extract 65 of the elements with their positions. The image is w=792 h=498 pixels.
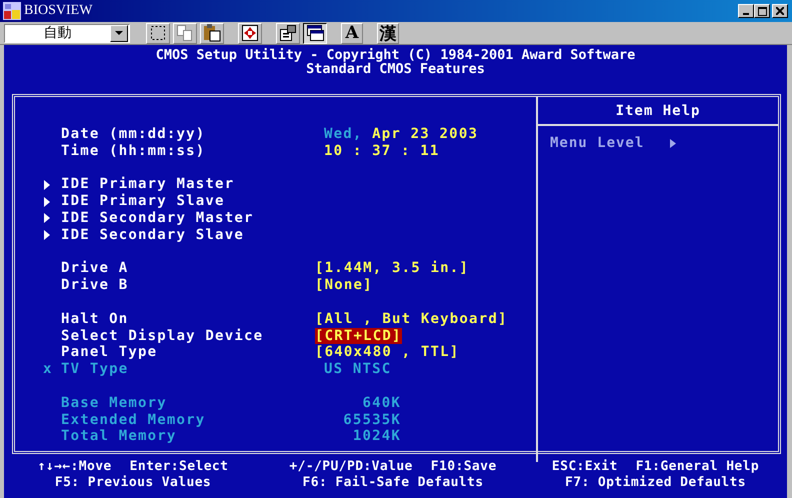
window-button[interactable]	[303, 22, 327, 44]
minimize-button[interactable]	[738, 4, 754, 18]
submenu-arrow-icon	[43, 180, 51, 190]
key-hint: ESC:Exit	[552, 459, 618, 475]
submenu-item[interactable]: IDE Secondary Slave	[61, 226, 244, 244]
key-hint: F7: Optimized Defaults	[565, 475, 746, 491]
setting-label: Date (mm:dd:yy)	[61, 126, 206, 143]
selection-button[interactable]	[146, 22, 170, 44]
submenu-arrow-icon	[43, 230, 51, 240]
window-icon	[305, 23, 325, 43]
setting-value[interactable]: [CRT+LCD]	[315, 328, 402, 344]
setting-label: Total Memory	[61, 428, 177, 446]
setting-value[interactable]: 10 : 37 : 11	[324, 142, 440, 160]
date-value[interactable]: Apr 23 2003	[372, 126, 478, 142]
selection-icon	[148, 23, 168, 43]
menu-level-label: Menu Level	[550, 135, 644, 151]
copy-button[interactable]	[173, 22, 197, 44]
font-button[interactable]: A	[341, 22, 363, 44]
clipboard-button[interactable]	[200, 22, 224, 44]
dropdown-caret-icon	[115, 30, 123, 36]
weekday-text: Wed,	[324, 126, 363, 142]
close-button[interactable]	[772, 4, 788, 18]
key-hint: ↑↓→←:Move	[38, 459, 112, 475]
disabled-mark: x	[43, 361, 53, 378]
setting-label: TV Type	[61, 361, 128, 378]
screen-heading: Standard CMOS Features	[306, 62, 485, 76]
clipboard-icon	[202, 23, 222, 43]
screen-heading: CMOS Setup Utility - Copyright (C) 1984-2001 Award Software	[156, 48, 636, 62]
properties-button[interactable]	[276, 22, 300, 44]
menu-level-arrow-icon	[670, 138, 676, 148]
language-dropdown[interactable]: 自動	[4, 24, 130, 42]
submenu-item[interactable]: IDE Primary Slave	[61, 193, 225, 210]
setting-label: Drive A	[61, 260, 128, 278]
setting-label: Drive B	[61, 277, 128, 294]
setting-label: Time (hh:mm:ss)	[61, 142, 206, 160]
submenu-item[interactable]: IDE Primary Master	[61, 176, 234, 194]
copy-icon	[175, 23, 195, 43]
key-hint: F5: Previous Values	[54, 475, 212, 491]
app-logo-icon	[3, 2, 21, 20]
fit-window-icon	[240, 23, 260, 43]
setting-value[interactable]: [None]	[315, 277, 373, 294]
submenu-item[interactable]: IDE Secondary Master	[61, 210, 254, 227]
setting-label: Panel Type	[61, 344, 158, 362]
setting-value[interactable]: [All , But Keyboard]	[315, 310, 508, 328]
maximize-icon	[758, 6, 766, 16]
submenu-arrow-icon	[43, 213, 51, 224]
setting-label: Base Memory	[61, 394, 167, 412]
key-hint: F10:Save	[430, 459, 497, 475]
setting-label: Select Display Device	[61, 328, 264, 344]
fit-window-button[interactable]	[238, 22, 262, 44]
key-hint: Enter:Select	[130, 459, 228, 475]
key-hint: F1:General Help	[636, 459, 760, 475]
setting-label: Halt On	[61, 310, 128, 328]
help-title: Item Help	[538, 97, 778, 126]
setting-value[interactable]: [640x480 , TTL]	[315, 344, 460, 362]
submenu-arrow-icon	[43, 196, 51, 207]
window-title: BIOSVIEW	[24, 3, 94, 19]
key-hint: +/-/PU/PD:Value	[289, 459, 413, 475]
setting-label: Extended Memory	[61, 412, 206, 428]
properties-icon	[278, 23, 298, 43]
setting-value[interactable]: [1.44M, 3.5 in.]	[315, 260, 470, 278]
key-hint: F6: Fail-Safe Defaults	[302, 475, 484, 491]
font-button[interactable]: 漢	[377, 22, 399, 44]
close-icon	[776, 7, 784, 15]
maximize-button[interactable]	[754, 4, 770, 18]
